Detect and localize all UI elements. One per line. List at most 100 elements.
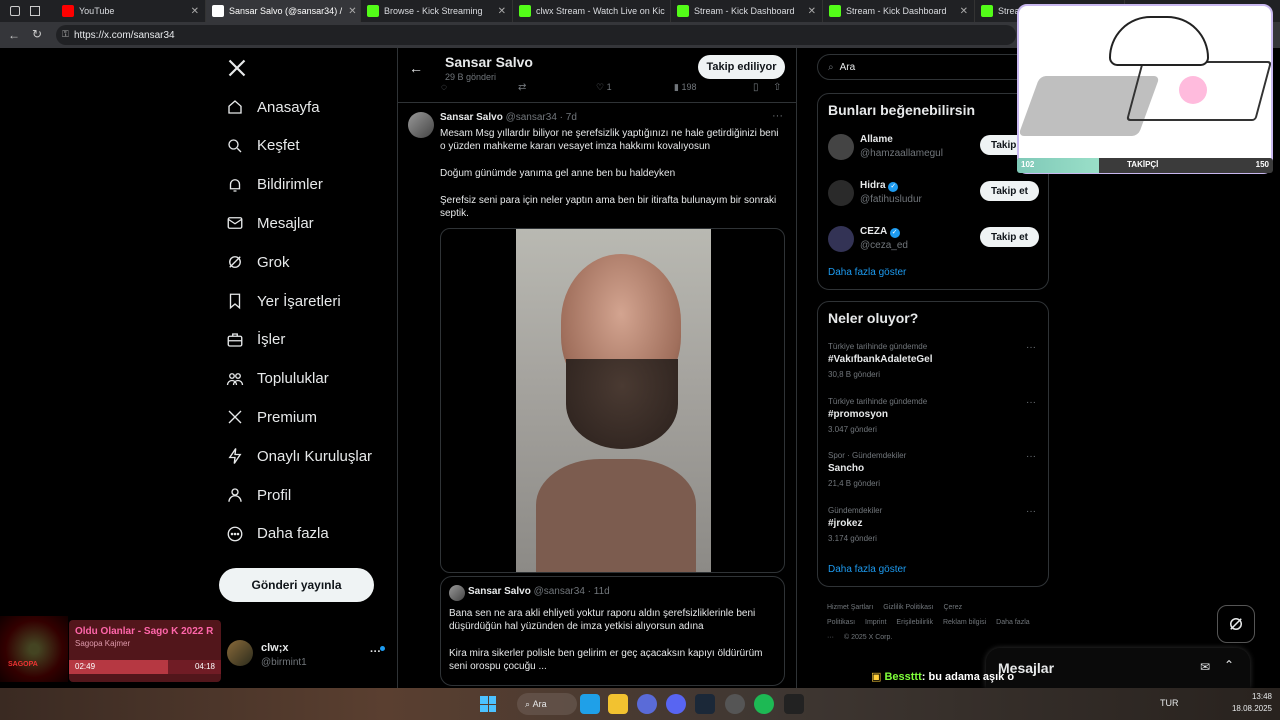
edge-icon[interactable]	[580, 694, 600, 714]
browser-tab[interactable]: Sansar Salvo (@sansar34) / ✕	[206, 0, 361, 22]
bell-icon	[225, 175, 245, 195]
steam-icon[interactable]	[695, 694, 715, 714]
sidebar-item-onayl-kurulu-lar[interactable]: Onaylı Kuruluşlar	[225, 441, 372, 471]
trend-more-icon[interactable]: ···	[1026, 506, 1036, 517]
footer-link[interactable]: Hizmet Şartları	[827, 604, 873, 611]
trend-more-icon[interactable]: ···	[1026, 397, 1036, 408]
song-artist: Sagopa Kajmer	[75, 639, 131, 648]
sidebar-item-ke-fet[interactable]: Keşfet	[225, 131, 300, 161]
stream-chat-line: ▣ Bessttt: bu adama aşık o	[871, 670, 1014, 683]
verified-badge-icon: ✓	[888, 182, 899, 192]
suggestion-row[interactable]: CEZA ✓ @ceza_ed Takip et	[818, 224, 1048, 264]
new-message-icon[interactable]: ✉	[1200, 660, 1210, 674]
grok-button[interactable]	[1217, 605, 1255, 643]
trend-item[interactable]: Türkiye tarihinde gündemde #VakıfbankAdal…	[818, 342, 1048, 392]
close-tab-icon[interactable]: ✕	[342, 6, 356, 17]
sidebar-item-yer-i-aretleri[interactable]: Yer İşaretleri	[225, 286, 341, 316]
back-arrow-icon[interactable]: ←	[409, 60, 423, 76]
sidebar-item-bildirimler[interactable]: Bildirimler	[225, 170, 323, 200]
following-button[interactable]: Takip ediliyor	[698, 55, 785, 79]
close-tab-icon[interactable]: ✕	[954, 6, 968, 17]
sidebar-item-topluluklar[interactable]: Topluluklar	[225, 364, 329, 394]
sidebar-item-daha-fazla[interactable]: Daha fazla	[225, 519, 329, 549]
sidebar-item-premium[interactable]: Premium	[225, 402, 317, 432]
follower-label: TAKİPÇİ	[1127, 160, 1159, 169]
suggestion-row[interactable]: Allame @hamzaallamegul Takip et	[818, 132, 1048, 172]
browser-tab[interactable]: Stream - Kick Dashboard ✕	[823, 0, 975, 22]
album-art: SAGOPA	[0, 616, 68, 682]
footer-link[interactable]: © 2025 X Corp.	[844, 634, 892, 641]
trend-item[interactable]: Spor · Gündemdekiler Sancho 21,4 B gönderi…	[818, 451, 1048, 501]
post-button[interactable]: Gönderi yayınla	[219, 568, 374, 602]
trend-item[interactable]: Gündemdekiler #jrokez 3.174 gönderi ···	[818, 506, 1048, 556]
close-tab-icon[interactable]: ✕	[185, 6, 199, 17]
tweet-author-name[interactable]: Sansar Salvo	[440, 112, 503, 123]
sidebar-item-mesajlar[interactable]: Mesajlar	[225, 208, 314, 238]
trend-item[interactable]: Türkiye tarihinde gündemde #promosyon 3.04…	[818, 397, 1048, 447]
app-icon[interactable]	[725, 694, 745, 714]
messages-panel[interactable]: Mesajlar ✉ ⌃	[986, 648, 1250, 688]
browser-tab[interactable]: YouTube ✕	[56, 0, 206, 22]
tweet-avatar[interactable]	[408, 112, 434, 138]
url-field[interactable]: ⚿ https://x.com/sansar34	[56, 25, 1016, 45]
trends-show-more[interactable]: Daha fazla göster	[828, 564, 906, 575]
expand-icon[interactable]: ⌃	[1224, 658, 1234, 672]
close-tab-icon[interactable]: ✕	[492, 6, 506, 17]
share-icon[interactable]: ⇧	[773, 82, 781, 93]
suggestions-show-more[interactable]: Daha fazla göster	[828, 267, 906, 278]
tweet-time[interactable]: · 7d	[560, 112, 577, 123]
reply-icon[interactable]: ◌	[441, 82, 447, 93]
footer-links: Hizmet Şartları Gizlilik Politikası Çerez …	[827, 600, 1049, 645]
avatar[interactable]	[227, 640, 253, 666]
language-indicator[interactable]: TUR	[1160, 698, 1179, 708]
tweet-more-icon[interactable]: ···	[772, 110, 783, 122]
browser-tab[interactable]: clwx Stream - Watch Live on Kic✕	[513, 0, 671, 22]
song-progress-bar[interactable]: 02:49 04:18	[69, 660, 221, 674]
trends-title: Neler oluyor?	[828, 310, 919, 326]
column-divider	[796, 48, 797, 688]
tweet-video[interactable]	[440, 228, 785, 573]
views-button[interactable]: ▮ 198	[674, 82, 697, 93]
footer-link[interactable]: Imprint	[865, 619, 886, 626]
spotify-icon[interactable]	[754, 694, 774, 714]
search-input[interactable]: Ara	[840, 62, 856, 73]
folder-icon[interactable]	[608, 694, 628, 714]
x-logo-icon[interactable]	[227, 58, 247, 78]
suggestion-row[interactable]: Hidra ✓ @fatihusludur Takip et	[818, 178, 1048, 218]
epic-games-icon[interactable]	[784, 694, 804, 714]
tweet-author-handle[interactable]: @sansar34	[506, 112, 557, 123]
favicon-icon	[981, 5, 993, 17]
back-arrow-icon[interactable]: ←	[8, 28, 20, 42]
sidebar-item-profil[interactable]: Profil	[225, 480, 291, 510]
trend-more-icon[interactable]: ···	[1026, 451, 1036, 462]
quoted-tweet[interactable]: Sansar Salvo @sansar34 · 11d Bana sen ne…	[440, 576, 785, 686]
search-box[interactable]: ⌕ Ara	[817, 54, 1049, 80]
discord-icon[interactable]	[666, 694, 686, 714]
retweet-icon[interactable]: ⇄	[518, 82, 526, 93]
app-icon[interactable]	[637, 694, 657, 714]
sidebar-item-i-ler[interactable]: İşler	[225, 325, 285, 355]
footer-link[interactable]: Gizlilik Politikası	[883, 604, 933, 611]
close-tab-icon[interactable]: ✕	[802, 6, 816, 17]
footer-link[interactable]: Reklam bilgisi	[943, 619, 986, 626]
trend-name: #promosyon	[828, 408, 889, 420]
browser-tab[interactable]: Browse - Kick Streaming ✕	[361, 0, 513, 22]
workspaces-icon[interactable]	[10, 6, 20, 16]
start-icon[interactable]	[480, 696, 496, 712]
taskbar-search[interactable]: ⌕ Ara	[517, 693, 577, 715]
footer-link[interactable]: Erişilebilirlik	[896, 619, 933, 626]
clock-time[interactable]: 13:48	[1242, 692, 1272, 701]
divider	[398, 102, 796, 103]
bookmark-icon[interactable]: ▯	[753, 82, 759, 93]
sidebar-item-anasayfa[interactable]: Anasayfa	[225, 92, 320, 122]
browser-tab[interactable]: Stream - Kick Dashboard ✕	[671, 0, 823, 22]
like-button[interactable]: ♡ 1	[596, 82, 612, 93]
follow-button[interactable]: Takip et	[980, 227, 1039, 247]
refresh-icon[interactable]: ↻	[32, 27, 42, 41]
tab-actions-icon[interactable]	[30, 6, 40, 16]
clock-date[interactable]: 18.08.2025	[1226, 704, 1272, 713]
trend-more-icon[interactable]: ···	[1026, 342, 1036, 353]
suggestion-name: CEZA ✓	[860, 226, 900, 238]
follow-button[interactable]: Takip et	[980, 181, 1039, 201]
sidebar-item-grok[interactable]: Grok	[225, 247, 290, 277]
